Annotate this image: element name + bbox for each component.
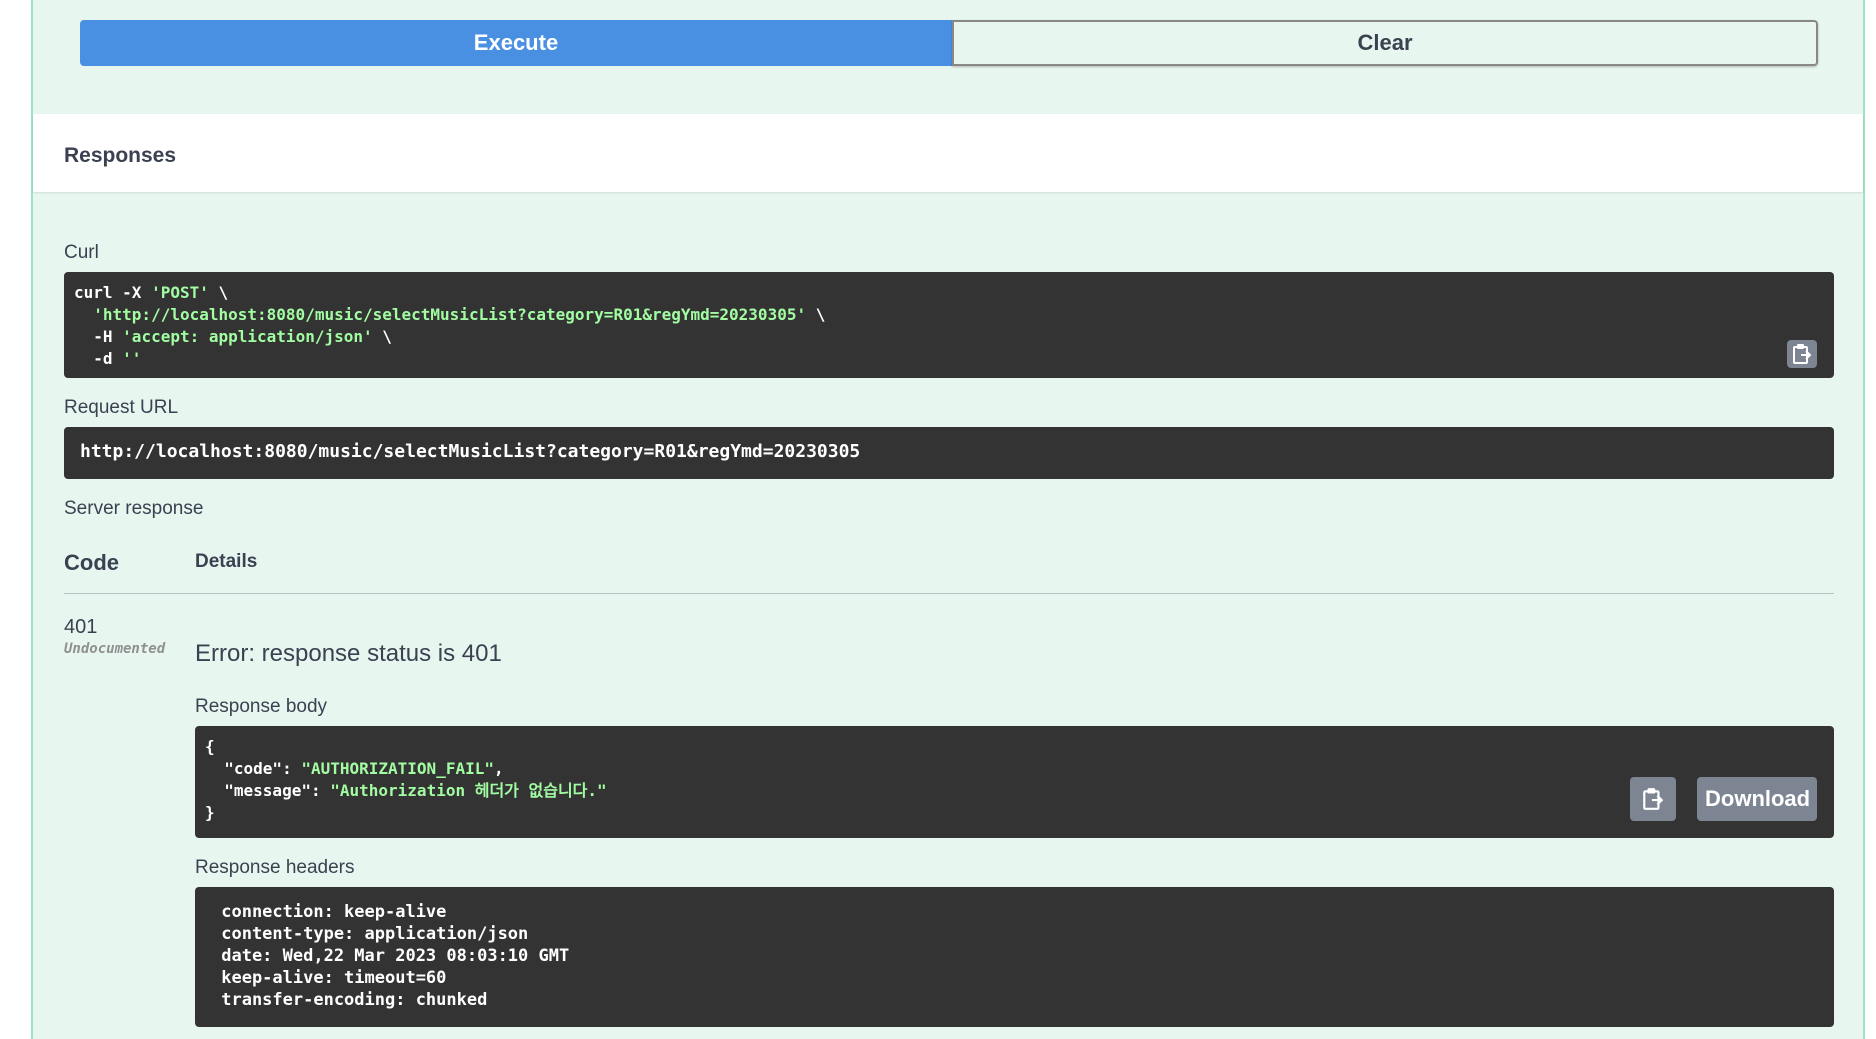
response-body-label: Response body [195, 696, 328, 717]
response-headers-content[interactable]: connection: keep-alive content-type: app… [195, 887, 1834, 1027]
response-body-content[interactable]: { "code": "AUTHORIZATION_FAIL", "message… [195, 726, 1834, 838]
download-button[interactable]: Download [1697, 777, 1817, 821]
table-divider [64, 593, 1834, 594]
curl-command[interactable]: curl -X 'POST' \ 'http://localhost:8080/… [64, 272, 1834, 378]
response-headers-label: Response headers [195, 857, 355, 878]
error-message: Error: response status is 401 [195, 640, 502, 667]
request-url-value[interactable]: http://localhost:8080/music/selectMusicL… [64, 427, 1834, 479]
curl-label: Curl [64, 242, 99, 263]
responses-title: Responses [64, 144, 177, 167]
header-line: connection: keep-alive [211, 902, 457, 922]
operation-block: Execute Clear Responses Curl curl -X 'PO… [33, 0, 1863, 1039]
request-url-label: Request URL [64, 397, 179, 418]
responses-header: Responses [33, 114, 1863, 192]
execute-button[interactable]: Execute [80, 20, 952, 66]
header-line: keep-alive: timeout=60 [211, 968, 457, 988]
right-border [1863, 0, 1865, 1039]
response-code: 401 [64, 616, 98, 638]
header-line: transfer-encoding: chunked [211, 990, 498, 1010]
copy-response-body-button[interactable] [1630, 777, 1676, 821]
undocumented-note: Undocumented [64, 641, 166, 657]
code-column-header: Code [64, 550, 119, 575]
execute-wrapper: Execute Clear [80, 20, 1818, 66]
server-response-label: Server response [64, 498, 204, 519]
clipboard-icon [1793, 344, 1812, 364]
header-line: date: Wed,22 Mar 2023 08:03:10 GMT [211, 946, 580, 966]
header-line: content-type: application/json [211, 924, 539, 944]
clear-button[interactable]: Clear [952, 20, 1818, 66]
clipboard-icon [1643, 788, 1664, 810]
details-column-header: Details [195, 551, 258, 572]
copy-curl-button[interactable] [1787, 340, 1817, 368]
